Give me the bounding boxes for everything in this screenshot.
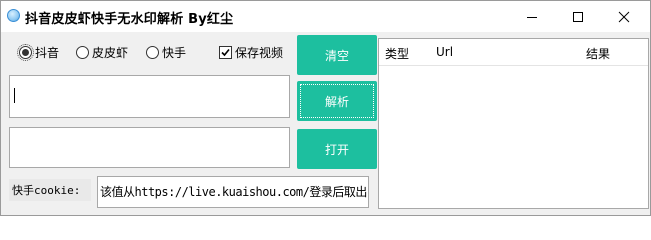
radio-pipixia-label[interactable]: 皮皮虾 [92, 44, 128, 61]
column-header-url[interactable]: Url [436, 45, 453, 59]
results-list[interactable]: 类型 Url 结果 [378, 38, 649, 209]
title-bar[interactable]: 抖音皮皮虾快手无水印解析 By红尘 [1, 1, 650, 32]
minimize-icon [527, 16, 537, 18]
close-button[interactable] [601, 1, 647, 32]
checkmark-icon [221, 48, 230, 57]
maximize-icon [573, 11, 583, 22]
open-button[interactable]: 打开 [297, 129, 377, 169]
cookie-input[interactable]: 该值从https://live.kuaishou.com/登录后取出 [97, 176, 369, 208]
radio-pipixia[interactable]: 皮皮虾 [76, 44, 128, 61]
close-icon [618, 11, 630, 22]
text-caret [14, 88, 15, 103]
app-icon [7, 9, 20, 22]
save-video-checkbox[interactable]: 保存视频 [219, 44, 283, 61]
cookie-label: 快手cookie: [9, 179, 91, 201]
column-header-result[interactable]: 结果 [586, 45, 610, 62]
radio-douyin-label[interactable]: 抖音 [35, 44, 59, 61]
results-list-header: 类型 Url 结果 [379, 39, 648, 66]
column-header-type[interactable]: 类型 [385, 45, 409, 62]
main-content: 抖音 皮皮虾 快手 保存视频 清空 解析 打开 快手cookie: 该值从htt… [1, 32, 650, 215]
radio-kuaishou-label[interactable]: 快手 [162, 44, 186, 61]
save-video-checkbox-box[interactable] [219, 46, 232, 59]
radio-douyin[interactable]: 抖音 [17, 44, 59, 61]
minimize-button[interactable] [509, 1, 555, 32]
radio-douyin-indicator[interactable] [17, 44, 34, 61]
output-field[interactable] [9, 127, 290, 168]
save-video-label[interactable]: 保存视频 [235, 44, 283, 61]
url-input[interactable] [9, 75, 290, 118]
radio-kuaishou[interactable]: 快手 [146, 44, 186, 61]
parse-button[interactable]: 解析 [297, 81, 377, 121]
app-window: 抖音皮皮虾快手无水印解析 By红尘 抖音 皮皮虾 快手 保存视频 清空 解析 打… [0, 0, 651, 216]
window-title: 抖音皮皮虾快手无水印解析 By红尘 [25, 12, 234, 27]
maximize-button[interactable] [555, 1, 601, 32]
radio-kuaishou-indicator[interactable] [146, 46, 159, 59]
clear-button[interactable]: 清空 [297, 35, 377, 75]
radio-pipixia-indicator[interactable] [76, 46, 89, 59]
